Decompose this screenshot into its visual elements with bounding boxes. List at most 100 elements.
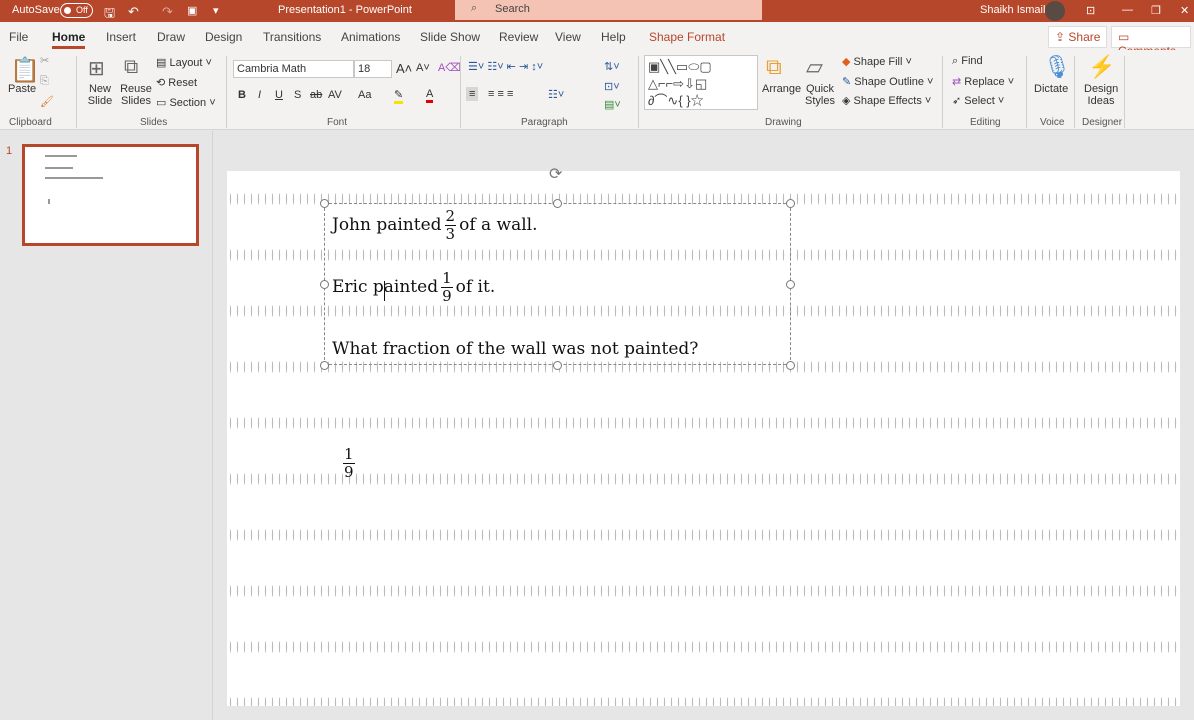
font-color-icon[interactable]: A	[426, 88, 434, 103]
font-size-select[interactable]: 18	[354, 60, 392, 78]
group-font: Font	[327, 117, 348, 128]
tab-view[interactable]: View	[555, 30, 581, 44]
arrange-icon[interactable]: ⧉	[766, 54, 782, 80]
quick-styles-button[interactable]: Quick Styles	[802, 83, 838, 107]
shape-effects-button[interactable]: ◈ Shape Effects ˅	[842, 94, 931, 107]
thumb-line	[45, 167, 73, 169]
resize-handle[interactable]	[320, 280, 329, 289]
undo-icon[interactable]: ↶	[128, 4, 139, 20]
tab-home[interactable]: Home	[52, 30, 86, 49]
bold-button[interactable]: B	[238, 89, 246, 101]
new-slide-button[interactable]: New Slide	[84, 83, 116, 107]
restore-icon[interactable]: ❐	[1151, 4, 1161, 17]
smartart-icon[interactable]: ▤˅	[604, 98, 621, 111]
select-button[interactable]: ➶ Select ˅	[952, 94, 1004, 107]
avatar[interactable]	[1045, 1, 1065, 21]
resize-handle[interactable]	[553, 199, 562, 208]
reuse-slides-button[interactable]: Reuse Slides	[120, 83, 152, 107]
autosave-label: AutoSave	[12, 4, 60, 16]
align-left-icon[interactable]: ≡	[466, 87, 479, 101]
shape-effects-icon: ◈	[842, 95, 851, 107]
comments-button[interactable]: ▭ Comments	[1111, 26, 1191, 58]
section-button[interactable]: ▭ Section ˅	[156, 96, 216, 109]
cut-icon[interactable]: ✂	[40, 54, 49, 67]
replace-icon: ⇄	[952, 76, 962, 88]
text-direction-icon[interactable]: ⇅˅	[604, 60, 620, 73]
window-title: Presentation1 - PowerPoint	[278, 4, 412, 16]
redo-icon[interactable]: ↷	[162, 4, 173, 20]
resize-handle[interactable]	[786, 280, 795, 289]
slide-thumbnail[interactable]	[22, 144, 199, 246]
dictate-button[interactable]: Dictate	[1034, 83, 1068, 95]
resize-handle[interactable]	[786, 361, 795, 370]
search-input[interactable]: ⌕ Search	[455, 0, 762, 20]
align-center-icon[interactable]: ≡ ≡ ≡	[488, 88, 513, 100]
design-ideas-button[interactable]: Design Ideas	[1084, 83, 1118, 107]
underline-button[interactable]: U	[275, 89, 283, 101]
microphone-icon[interactable]: 🎙	[1043, 54, 1071, 80]
tab-insert[interactable]: Insert	[106, 30, 136, 44]
tab-shape-format[interactable]: Shape Format	[649, 30, 725, 44]
tab-draw[interactable]: Draw	[157, 30, 185, 44]
shrink-font-icon[interactable]: A˅	[416, 62, 430, 74]
copy-icon[interactable]: ⎘	[40, 75, 49, 88]
search-icon: ⌕	[471, 2, 478, 14]
shadow-button[interactable]: S	[294, 89, 301, 101]
tab-design[interactable]: Design	[205, 30, 242, 44]
user-name: Shaikh Ismail	[980, 4, 1046, 16]
columns-icon[interactable]: ☷˅	[548, 88, 564, 101]
tab-review[interactable]: Review	[499, 30, 538, 44]
resize-handle[interactable]	[553, 361, 562, 370]
share-button[interactable]: ⇪ Share	[1048, 26, 1108, 48]
minimize-icon[interactable]: —	[1122, 4, 1133, 16]
reset-button[interactable]: ⟲ Reset	[156, 76, 197, 89]
paste-button[interactable]: Paste	[8, 83, 36, 95]
format-painter-icon[interactable]: 🖌	[40, 95, 54, 108]
ribbon-display-icon[interactable]: ⊡	[1086, 4, 1095, 17]
paste-icon[interactable]: 📋	[10, 56, 40, 85]
loose-fraction[interactable]: 19	[340, 446, 358, 481]
clear-formatting-icon[interactable]: A⌫	[438, 61, 461, 74]
close-icon[interactable]: ✕	[1180, 4, 1189, 17]
thumb-line	[45, 155, 77, 157]
group-drawing: Drawing	[765, 117, 802, 128]
rotate-handle-icon[interactable]: ⟳	[549, 164, 562, 184]
highlight-icon[interactable]: ✎	[394, 88, 404, 104]
tab-file[interactable]: File	[9, 30, 28, 44]
group-slides: Slides	[140, 117, 168, 128]
tab-slide-show[interactable]: Slide Show	[420, 30, 480, 44]
arrange-button[interactable]: Arrange	[762, 83, 801, 95]
tab-help[interactable]: Help	[601, 30, 626, 44]
italic-button[interactable]: I	[258, 89, 261, 101]
slide-number: 1	[6, 145, 13, 157]
strikethrough-button[interactable]: ab	[310, 89, 322, 101]
resize-handle[interactable]	[786, 199, 795, 208]
shapes-gallery[interactable]: ▣╲╲▭⬭▢ △⌐⌐⇨⇩◱ ∂⌒∿{ }☆	[644, 55, 758, 110]
customize-qat-icon[interactable]: ▾	[213, 4, 219, 17]
ribbon: 📋 Paste ✂ ⎘ 🖌 Clipboard ⊞ New Slide ⧉ Re…	[0, 50, 1194, 130]
group-clipboard: Clipboard	[9, 117, 52, 128]
shape-outline-button[interactable]: ✎ Shape Outline ˅	[842, 75, 933, 88]
align-text-icon[interactable]: ⊡˅	[604, 80, 620, 93]
font-name-select[interactable]: Cambria Math	[233, 60, 354, 78]
reuse-slides-icon[interactable]: ⧉	[124, 56, 138, 79]
quick-styles-icon[interactable]: ▱	[806, 54, 823, 80]
replace-button[interactable]: ⇄ Replace ˅	[952, 75, 1014, 88]
find-button[interactable]: ⌕ Find	[952, 55, 983, 68]
change-case-button[interactable]: Aa	[358, 89, 371, 101]
present-icon[interactable]: ▣	[187, 4, 197, 17]
design-ideas-icon[interactable]: ⚡	[1088, 54, 1115, 80]
resize-handle[interactable]	[320, 361, 329, 370]
character-spacing-button[interactable]: AV	[328, 89, 342, 101]
shape-fill-button[interactable]: ◆ Shape Fill ˅	[842, 55, 912, 68]
fraction-two-thirds: 23	[444, 207, 457, 243]
layout-button[interactable]: ▤ Layout ˅	[156, 56, 212, 69]
autosave-toggle[interactable]: Off	[60, 3, 93, 18]
resize-handle[interactable]	[320, 199, 329, 208]
bullets-icon[interactable]: ☰˅ ☷˅ ⇤ ⇥ ↕˅	[468, 60, 543, 73]
grow-font-icon[interactable]: A˄	[396, 61, 412, 76]
tab-transitions[interactable]: Transitions	[263, 30, 321, 44]
tab-animations[interactable]: Animations	[341, 30, 400, 44]
group-designer: Designer	[1082, 117, 1123, 128]
new-slide-icon[interactable]: ⊞	[88, 56, 105, 81]
